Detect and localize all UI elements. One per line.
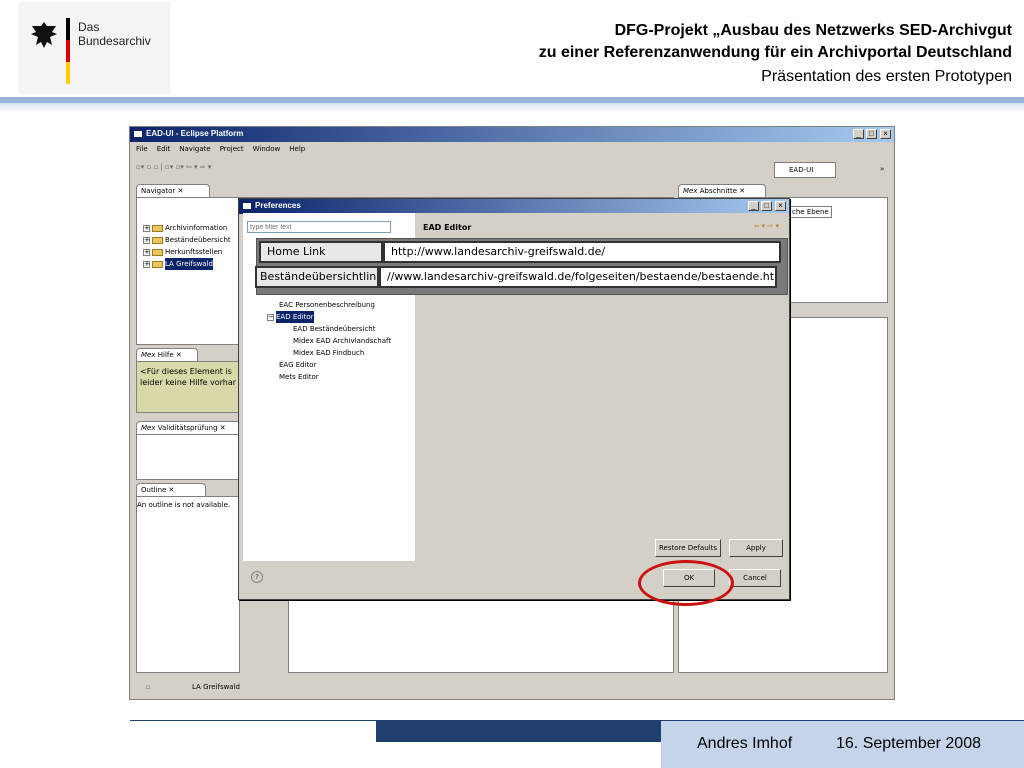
eagle-icon <box>31 22 57 48</box>
menu-project[interactable]: Project <box>220 145 244 153</box>
slide-title-line1: DFG-Projekt „Ausbau des Netzwerks SED-Ar… <box>614 22 1012 39</box>
tree-item[interactable]: EAD Beständeübersicht <box>293 323 391 335</box>
hilfe-text: <Für dieses Element is <box>140 367 232 376</box>
status-text: LA Greifswald <box>192 683 240 691</box>
tree-item[interactable]: − EAD Editor <box>267 311 391 323</box>
tree-item-label: EAG Editor <box>279 361 317 369</box>
cancel-button[interactable]: Cancel <box>729 569 781 587</box>
subtab-ebene[interactable]: che Ebene <box>789 206 832 218</box>
tree-item[interactable]: EAG Editor <box>279 359 391 371</box>
tree-item-label: Beständeübersicht <box>165 236 231 244</box>
folder-icon <box>152 248 163 256</box>
tab-outline[interactable]: Outline ✕ <box>136 483 206 496</box>
footer-date: 16. September 2008 <box>836 735 981 752</box>
menu-help[interactable]: Help <box>289 145 305 153</box>
filter-input[interactable] <box>247 221 391 233</box>
tree-item-label: Herkunftsstellen <box>165 248 223 256</box>
minimize-button[interactable]: _ <box>853 129 864 139</box>
prefs-close-button[interactable]: × <box>775 201 786 211</box>
perspective-label: EAD-UI <box>789 166 814 174</box>
tree-item[interactable]: Midex EAD Findbuch <box>293 347 391 359</box>
tab-validitaetspruefung[interactable]: Mex Validitätsprüfung ✕ <box>136 421 242 434</box>
logo-line2: Bundesarchiv <box>78 34 151 48</box>
outline-panel: An outline is not available. <box>136 496 240 673</box>
tree-item[interactable]: Mets Editor <box>279 371 391 383</box>
logo-line1: Das <box>78 20 100 34</box>
bestaende-link-label: Beständeübersichtlink <box>255 266 379 288</box>
mex-icon: Mex <box>141 351 156 359</box>
menu-edit[interactable]: Edit <box>157 145 171 153</box>
tab-abschnitte[interactable]: Mex Abschnitte ✕ <box>678 184 766 197</box>
flag-stripe <box>66 18 70 84</box>
menu-navigate[interactable]: Navigate <box>179 145 210 153</box>
navigator-tab-label: Navigator <box>141 187 176 195</box>
tree-item-label: Midex EAD Findbuch <box>293 349 365 357</box>
hilfe-tab-label: Hilfe <box>157 351 174 359</box>
abschnitte-tab-label: Abschnitte <box>699 187 738 195</box>
zoom-overlay: Home Link http://www.landesarchiv-greifs… <box>255 238 788 295</box>
home-link-label: Home Link <box>259 241 383 263</box>
menu-bar: File Edit Navigate Project Window Help <box>136 145 305 153</box>
more-perspectives-icon[interactable]: » <box>880 165 884 173</box>
status-icon: ▫ <box>146 683 151 691</box>
restore-defaults-button[interactable]: Restore Defaults <box>655 539 721 557</box>
menu-file[interactable]: File <box>136 145 148 153</box>
mex-icon: Mex <box>141 424 156 432</box>
eclipse-titlebar: EAD-UI - Eclipse Platform <box>130 127 894 142</box>
tree-item[interactable]: + LA Greifswald <box>143 258 231 270</box>
hilfe-panel: <Für dieses Element is leider keine Hilf… <box>136 361 246 413</box>
navigator-tree: + Archivinformation + Beständeübersicht + H… <box>143 222 231 270</box>
tab-hilfe[interactable]: Mex Hilfe ✕ <box>136 348 198 361</box>
apply-button[interactable]: Apply <box>729 539 783 557</box>
folder-icon <box>152 260 163 268</box>
highlight-circle <box>638 560 734 606</box>
window-icon <box>242 202 252 210</box>
outline-tab-label: Outline <box>141 486 167 494</box>
folder-icon <box>152 224 163 232</box>
logo-text: Das Bundesarchiv <box>78 20 151 48</box>
prefs-maximize-button[interactable]: □ <box>761 201 772 211</box>
tree-item-label: Mets Editor <box>279 373 319 381</box>
tree-item-label: EAC Personenbeschreibung <box>279 301 375 309</box>
preferences-titlebar: Preferences <box>239 199 789 214</box>
slide-title-line2: zu einer Referenzanwendung für ein Archi… <box>538 44 1012 61</box>
window-icon <box>133 130 143 138</box>
perspective-button[interactable]: EAD-UI <box>774 162 836 178</box>
help-icon[interactable]: ? <box>251 571 263 583</box>
valid-tab-label: Validitätsprüfung <box>157 424 218 432</box>
tree-item[interactable]: EAC Personenbeschreibung <box>279 299 391 311</box>
tree-item-label: EAD Beständeübersicht <box>293 325 376 333</box>
outline-text: An outline is not available. <box>137 501 231 509</box>
validity-panel <box>136 434 240 480</box>
tree-item-label: Midex EAD Archivlandschaft <box>293 337 392 345</box>
mex-icon: Mex <box>683 187 698 195</box>
menu-window[interactable]: Window <box>253 145 281 153</box>
prefs-minimize-button[interactable]: _ <box>748 201 759 211</box>
back-forward-icon[interactable]: ⇦ ▾ ⇨ ▾ <box>754 222 779 230</box>
tree-item-label: EAD Editor <box>276 311 314 323</box>
tree-item[interactable]: + Beständeübersicht <box>143 234 231 246</box>
close-button[interactable]: × <box>880 129 891 139</box>
eclipse-title: EAD-UI - Eclipse Platform <box>146 129 244 138</box>
tab-navigator[interactable]: Navigator ✕ <box>136 184 210 197</box>
header-gradient <box>0 103 1024 113</box>
footer-dark-band <box>376 721 661 742</box>
tree-item[interactable]: + Herkunftsstellen <box>143 246 231 258</box>
prefs-tree-list: EAC Personenbeschreibung − EAD Editor EAD… <box>267 299 391 383</box>
folder-icon <box>152 236 163 244</box>
home-link-field[interactable]: http://www.landesarchiv-greifswald.de/ <box>383 241 781 263</box>
tree-item[interactable]: Midex EAD Archivlandschaft <box>293 335 391 347</box>
maximize-button[interactable]: □ <box>866 129 877 139</box>
preferences-title: Preferences <box>255 201 301 210</box>
hilfe-text: leider keine Hilfe vorhar <box>140 378 237 387</box>
bestaende-link-field[interactable]: //www.landesarchiv-greifswald.de/folgese… <box>379 266 777 288</box>
slide-subtitle: Präsentation des ersten Prototypen <box>761 68 1012 85</box>
tree-item-label: LA Greifswald <box>165 258 213 270</box>
footer-author: Andres Imhof <box>697 735 793 752</box>
toolbar: ▫▾ ▫ ▫ | ▫▾ ▫▾ ⇦ ▾ ⇨ ▾ <box>136 163 212 171</box>
preferences-heading: EAD Editor <box>423 223 472 232</box>
tree-item-label: Archivinformation <box>165 224 228 232</box>
tree-item[interactable]: + Archivinformation <box>143 222 231 234</box>
